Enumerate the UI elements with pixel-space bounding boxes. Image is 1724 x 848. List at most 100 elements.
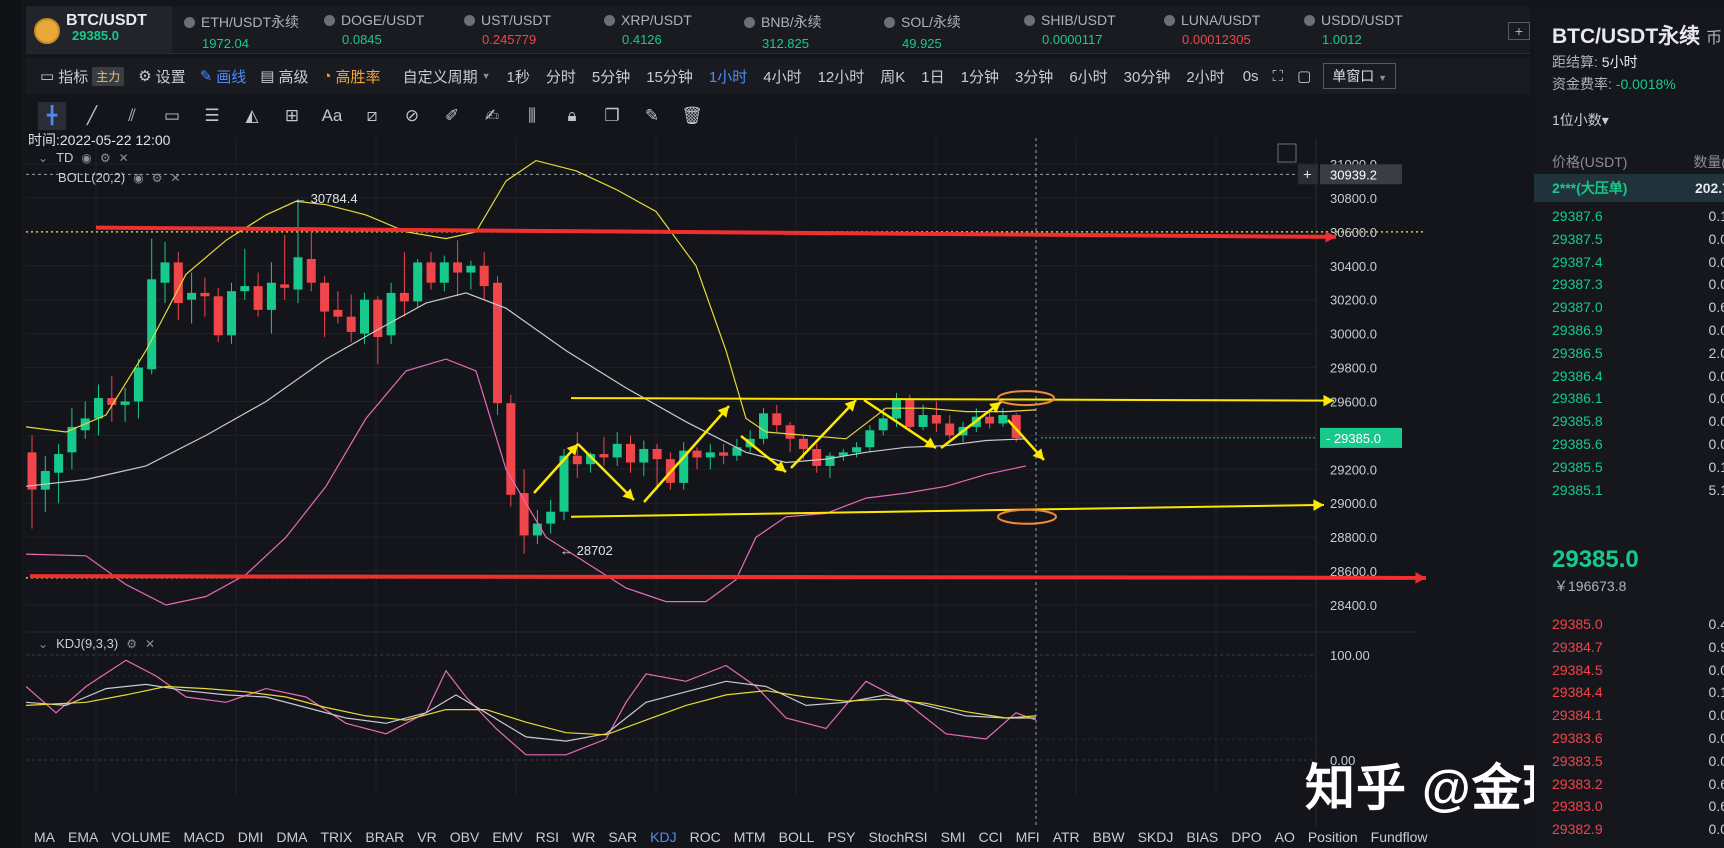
indicator-tab[interactable]: VR xyxy=(417,829,436,845)
order-book-row[interactable]: 29385.6 0.0 xyxy=(1552,436,1724,452)
indicator-tab[interactable]: Position xyxy=(1308,829,1358,845)
period-option[interactable]: 1秒 xyxy=(507,66,530,87)
measure-tool-icon[interactable]: ⊞ xyxy=(278,102,306,130)
order-book-row[interactable]: 29387.0 0.6 xyxy=(1552,299,1724,315)
symbol-tab[interactable]: DOGE/USDT 0.0845 xyxy=(312,6,452,53)
text-tool-icon[interactable]: Aa xyxy=(318,102,346,130)
indicator-tab[interactable]: VOLUME xyxy=(111,829,170,845)
copy-icon[interactable]: ❐ xyxy=(598,102,626,130)
candle-style-icon[interactable]: ⫼ xyxy=(518,102,546,130)
period-option[interactable]: 6小时 xyxy=(1069,66,1107,87)
order-book-row[interactable]: 29387.4 0.0 xyxy=(1552,254,1724,270)
fib-tool-icon[interactable]: ☰ xyxy=(198,102,226,130)
edit-icon[interactable]: ✎ xyxy=(638,102,666,130)
indicator-tab[interactable]: AO xyxy=(1275,829,1295,845)
indicator-tab[interactable]: MFI xyxy=(1016,829,1040,845)
ruler-tool-icon[interactable]: ✐ xyxy=(438,102,466,130)
indicator-tab[interactable]: ATR xyxy=(1053,829,1080,845)
lock-icon[interactable]: 🔒︎ xyxy=(558,102,586,130)
window-mode-dropdown[interactable]: 单窗口 ▼ xyxy=(1323,63,1397,89)
trash-icon[interactable]: 🗑︎ xyxy=(678,102,706,130)
indicator-tab[interactable]: BBW xyxy=(1093,829,1125,845)
decimals-dropdown[interactable]: 1位小数▾ xyxy=(1552,110,1609,130)
order-book-row[interactable]: 29385.5 0.1 xyxy=(1552,459,1724,475)
order-book-row[interactable]: 29386.1 0.0 xyxy=(1552,390,1724,406)
indicator-tab[interactable]: KDJ xyxy=(650,829,676,845)
indicator-tab[interactable]: SMI xyxy=(941,829,966,845)
indicator-tab[interactable]: DMI xyxy=(238,829,264,845)
indicator-tab[interactable]: MA xyxy=(34,829,55,845)
order-book-row[interactable]: 29385.8 0.0 xyxy=(1552,413,1724,429)
symbol-tab[interactable]: BTC/USDT 29385.0 xyxy=(26,6,172,53)
period-option[interactable]: 1分钟 xyxy=(961,66,999,87)
close-icon[interactable]: ✕ xyxy=(170,171,180,185)
symbol-tab[interactable]: USDD/USDT 1.0012 xyxy=(1292,6,1432,53)
brush-tool-icon[interactable]: ✍ xyxy=(478,102,506,130)
period-option[interactable]: 3分钟 xyxy=(1015,66,1053,87)
custom-period-dropdown[interactable]: 自定义周期 ▼ xyxy=(403,66,491,87)
gear-icon[interactable]: ⚙ xyxy=(100,151,111,165)
magnet-tool-icon[interactable]: ⧄ xyxy=(358,102,386,130)
order-book-row[interactable]: 29383.2 0.6 xyxy=(1552,776,1724,792)
indicator-tab[interactable]: MACD xyxy=(183,829,224,845)
close-icon[interactable]: ✕ xyxy=(119,151,129,165)
symbol-tab[interactable]: LUNA/USDT 0.00012305 xyxy=(1152,6,1292,53)
draw-button[interactable]: ✎ 画线 xyxy=(200,66,247,87)
order-book-row[interactable]: 29386.5 2.0 xyxy=(1552,345,1724,361)
indicator-tab[interactable]: BRAR xyxy=(365,829,404,845)
period-option[interactable]: 1日 xyxy=(921,66,944,87)
order-book-row[interactable]: 29383.6 0.0 xyxy=(1552,730,1724,746)
period-option[interactable]: 4小时 xyxy=(763,66,801,87)
indicator-tab[interactable]: BOLL xyxy=(779,829,815,845)
period-option[interactable]: 1小时 xyxy=(709,66,747,87)
indicator-tab[interactable]: TRIX xyxy=(321,829,353,845)
order-book-row[interactable]: 29384.1 0.0 xyxy=(1552,707,1724,723)
indicator-tab[interactable]: EMA xyxy=(68,829,98,845)
symbol-tab[interactable]: XRP/USDT 0.4126 xyxy=(592,6,732,53)
indicator-tab[interactable]: ROC xyxy=(690,829,721,845)
order-book-row[interactable]: 29387.6 0.1 xyxy=(1552,208,1724,224)
pattern-tool-icon[interactable]: ◭ xyxy=(238,102,266,130)
parallel-lines-tool-icon[interactable]: ⫽ xyxy=(118,102,146,130)
eye-icon[interactable]: ◉ xyxy=(81,151,91,165)
gear-icon[interactable]: ⚙ xyxy=(152,171,163,185)
indicator-tab[interactable]: PSY xyxy=(827,829,855,845)
symbol-tab[interactable]: UST/USDT 0.245779 xyxy=(452,6,592,53)
close-icon[interactable]: ✕ xyxy=(145,637,155,651)
period-option[interactable]: 5分钟 xyxy=(592,66,630,87)
order-book-row[interactable]: 29384.5 0.0 xyxy=(1552,662,1724,678)
indicator-tab[interactable]: StochRSI xyxy=(868,829,927,845)
indicator-tab[interactable]: MTM xyxy=(734,829,766,845)
indicator-tab[interactable]: SAR xyxy=(608,829,637,845)
indicator-tab[interactable]: WR xyxy=(572,829,595,845)
rectangle-tool-icon[interactable]: ▭ xyxy=(158,102,186,130)
trend-line-tool-icon[interactable]: ╱ xyxy=(78,102,106,130)
settings-button[interactable]: ⚙ 设置 xyxy=(138,66,185,87)
order-book-row[interactable]: 29384.4 0.1 xyxy=(1552,684,1724,700)
chevron-down-icon[interactable]: ⌄ xyxy=(38,637,48,651)
symbol-tab[interactable]: SHIB/USDT 0.0000117 xyxy=(1012,6,1152,53)
indicator-tab[interactable]: EMV xyxy=(492,829,522,845)
eye-icon[interactable]: ◉ xyxy=(133,171,143,185)
period-option[interactable]: 周K xyxy=(880,66,905,87)
gear-icon[interactable]: ⚙ xyxy=(126,637,137,651)
period-option[interactable]: 15分钟 xyxy=(646,66,693,87)
chart-canvas[interactable]: 31000.030800.030600.030400.030200.030000… xyxy=(26,138,1530,826)
order-book-row[interactable]: 29383.0 0.6 xyxy=(1552,798,1724,814)
indicator-tab[interactable]: BIAS xyxy=(1186,829,1218,845)
indicator-tab[interactable]: CCI xyxy=(978,829,1002,845)
order-book-row[interactable]: 29385.0 0.4 xyxy=(1552,616,1724,632)
order-book-row[interactable]: 29386.9 0.0 xyxy=(1552,322,1724,338)
symbol-tab[interactable]: BNB/永续 312.825 xyxy=(732,6,872,53)
chevron-down-icon[interactable]: ⌄ xyxy=(38,151,48,165)
crosshair-tool-icon[interactable]: ╋ xyxy=(38,102,66,130)
indicator-tab[interactable]: RSI xyxy=(536,829,559,845)
lock-draw-icon[interactable]: ⊘ xyxy=(398,102,426,130)
period-option[interactable]: 30分钟 xyxy=(1124,66,1171,87)
win-rate-button[interactable]: ◔ 高胜率 xyxy=(322,66,380,87)
order-book-row[interactable]: 29386.4 0.0 xyxy=(1552,368,1724,384)
period-option[interactable]: 12小时 xyxy=(818,66,865,87)
order-book-row[interactable]: 29383.5 0.0 xyxy=(1552,753,1724,769)
fullscreen-icon[interactable]: ⛶ xyxy=(1273,68,1284,85)
order-book-row[interactable]: 29387.3 0.0 xyxy=(1552,276,1724,292)
